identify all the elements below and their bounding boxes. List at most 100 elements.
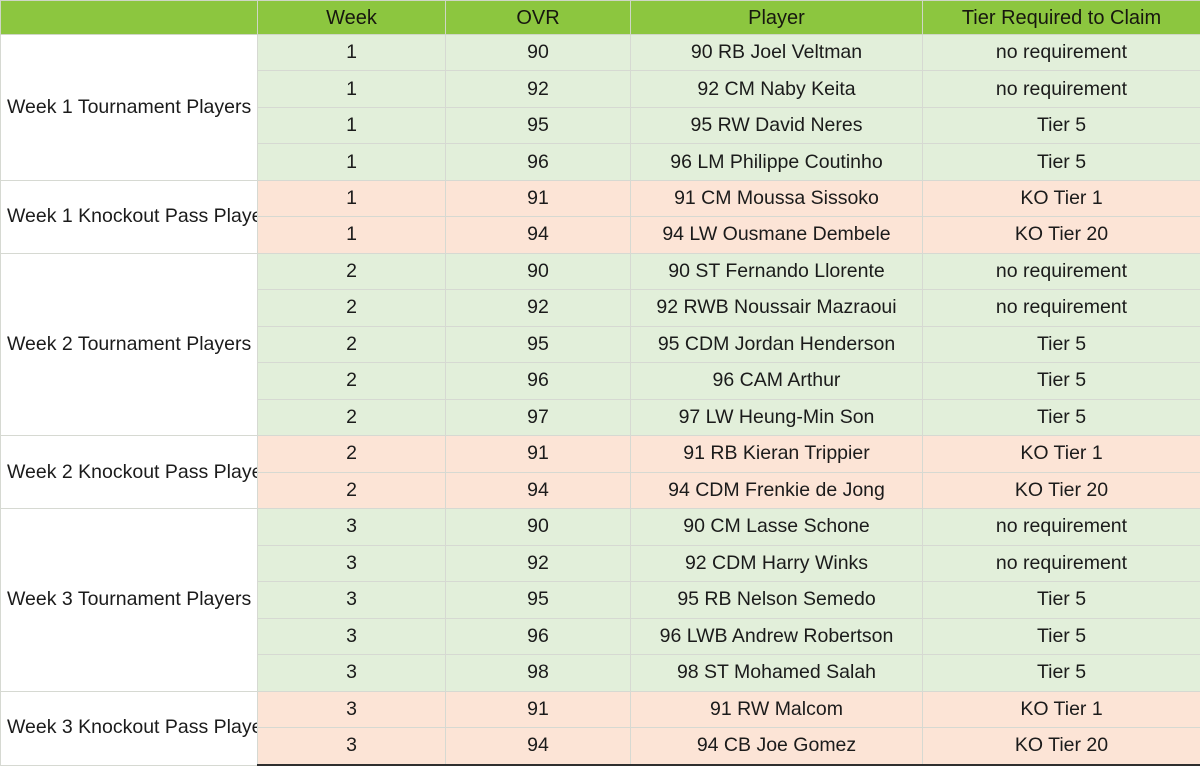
cell-week: 3 xyxy=(257,581,446,619)
cell-tier: Tier 5 xyxy=(922,654,1200,692)
cell-week: 2 xyxy=(257,471,446,510)
cell-ovr: 91 xyxy=(445,179,631,218)
cell-tier: Tier 5 xyxy=(922,106,1200,145)
cell-week: 2 xyxy=(257,252,446,291)
cell-ovr: 95 xyxy=(445,325,631,364)
cell-week: 1 xyxy=(257,216,446,254)
cell-player: 90 RB Joel Veltman xyxy=(630,33,923,72)
cell-player: 96 CAM Arthur xyxy=(630,362,923,400)
cell-week: 3 xyxy=(257,508,446,546)
cell-ovr: 90 xyxy=(445,33,631,72)
cell-tier: Tier 5 xyxy=(922,143,1200,181)
rewards-table: Week OVR Player Tier Required to Claim W… xyxy=(0,0,1200,766)
cell-week: 3 xyxy=(257,690,446,729)
cell-tier: KO Tier 20 xyxy=(922,727,1200,766)
cell-week: 3 xyxy=(257,654,446,692)
cell-tier: KO Tier 1 xyxy=(922,179,1200,218)
cell-player: 91 RB Kieran Trippier xyxy=(630,435,923,473)
cell-tier: no requirement xyxy=(922,508,1200,546)
spreadsheet-table-image: Week OVR Player Tier Required to Claim W… xyxy=(0,0,1200,766)
cell-player: 90 CM Lasse Schone xyxy=(630,508,923,546)
cell-week: 2 xyxy=(257,325,446,364)
cell-player: 94 LW Ousmane Dembele xyxy=(630,216,923,254)
table-row: Week 1 Knockout Pass Players 1 91 91 CM Mou… xyxy=(0,179,1200,254)
cell-tier: Tier 5 xyxy=(922,362,1200,400)
cell-tier: KO Tier 20 xyxy=(922,471,1200,510)
cell-player: 97 LW Heung-Min Son xyxy=(630,398,923,437)
cell-player: 92 CDM Harry Winks xyxy=(630,544,923,583)
group-label-cell: Week 1 Knockout Pass Players xyxy=(0,179,258,254)
cell-player: 94 CB Joe Gomez xyxy=(630,727,923,766)
cell-player: 91 CM Moussa Sissoko xyxy=(630,179,923,218)
cell-week: 2 xyxy=(257,398,446,437)
cell-week: 2 xyxy=(257,289,446,327)
cell-tier: Tier 5 xyxy=(922,617,1200,656)
cell-ovr: 91 xyxy=(445,690,631,729)
cell-week: 2 xyxy=(257,435,446,473)
cell-player: 92 CM Naby Keita xyxy=(630,70,923,108)
cell-week: 3 xyxy=(257,617,446,656)
cell-player: 94 CDM Frenkie de Jong xyxy=(630,471,923,510)
header-player: Player xyxy=(630,0,923,35)
cell-ovr: 96 xyxy=(445,362,631,400)
cell-week: 3 xyxy=(257,727,446,766)
cell-ovr: 95 xyxy=(445,106,631,145)
cell-ovr: 94 xyxy=(445,471,631,510)
cell-player: 96 LWB Andrew Robertson xyxy=(630,617,923,656)
cell-tier: no requirement xyxy=(922,544,1200,583)
cell-ovr: 97 xyxy=(445,398,631,437)
cell-player: 92 RWB Noussair Mazraoui xyxy=(630,289,923,327)
cell-ovr: 94 xyxy=(445,216,631,254)
cell-tier: Tier 5 xyxy=(922,581,1200,619)
group-label-cell: Week 1 Tournament Players xyxy=(0,34,258,181)
cell-player: 91 RW Malcom xyxy=(630,690,923,729)
cell-tier: no requirement xyxy=(922,252,1200,291)
cell-ovr: 98 xyxy=(445,654,631,692)
cell-tier: no requirement xyxy=(922,33,1200,72)
cell-player: 96 LM Philippe Coutinho xyxy=(630,143,923,181)
cell-player: 95 RW David Neres xyxy=(630,106,923,145)
cell-ovr: 90 xyxy=(445,508,631,546)
cell-week: 3 xyxy=(257,544,446,583)
table-row: Week 2 Tournament Players 2 90 90 ST Fernan… xyxy=(0,252,1200,437)
cell-week: 1 xyxy=(257,143,446,181)
table-row: Week 3 Tournament Players 3 90 90 CM Lasse … xyxy=(0,508,1200,692)
cell-week: 2 xyxy=(257,362,446,400)
group-label-cell: Week 2 Knockout Pass Players xyxy=(0,435,258,510)
cell-week: 1 xyxy=(257,179,446,218)
group-label-cell: Week 2 Tournament Players xyxy=(0,252,258,437)
table-row: Week 2 Knockout Pass Players 2 91 91 RB Kie… xyxy=(0,435,1200,510)
cell-tier: no requirement xyxy=(922,70,1200,108)
header-week: Week xyxy=(257,0,446,35)
cell-week: 1 xyxy=(257,70,446,108)
header-ovr: OVR xyxy=(445,0,631,35)
cell-player: 95 RB Nelson Semedo xyxy=(630,581,923,619)
cell-tier: Tier 5 xyxy=(922,325,1200,364)
table-row: Week 3 Knockout Pass Players 3 91 91 RW Mal… xyxy=(0,690,1200,766)
cell-player: 98 ST Mohamed Salah xyxy=(630,654,923,692)
table-row: Week 1 Tournament Players 1 90 90 RB Joel V… xyxy=(0,33,1200,181)
header-corner-cell xyxy=(0,0,258,35)
header-row: Week OVR Player Tier Required to Claim xyxy=(0,0,1200,35)
cell-player: 95 CDM Jordan Henderson xyxy=(630,325,923,364)
group-label-cell: Week 3 Knockout Pass Players xyxy=(0,690,258,766)
cell-ovr: 92 xyxy=(445,70,631,108)
cell-tier: no requirement xyxy=(922,289,1200,327)
cell-ovr: 92 xyxy=(445,289,631,327)
cell-ovr: 96 xyxy=(445,143,631,181)
cell-week: 1 xyxy=(257,106,446,145)
cell-ovr: 90 xyxy=(445,252,631,291)
cell-ovr: 92 xyxy=(445,544,631,583)
cell-tier: KO Tier 1 xyxy=(922,435,1200,473)
cell-tier: KO Tier 20 xyxy=(922,216,1200,254)
cell-tier: KO Tier 1 xyxy=(922,690,1200,729)
cell-tier: Tier 5 xyxy=(922,398,1200,437)
cell-ovr: 96 xyxy=(445,617,631,656)
cell-ovr: 94 xyxy=(445,727,631,766)
header-tier: Tier Required to Claim xyxy=(922,0,1200,35)
table-body: Week 1 Tournament Players 1 90 90 RB Joel V… xyxy=(0,33,1200,766)
table-header: Week OVR Player Tier Required to Claim xyxy=(0,0,1200,35)
cell-ovr: 91 xyxy=(445,435,631,473)
cell-week: 1 xyxy=(257,33,446,72)
cell-ovr: 95 xyxy=(445,581,631,619)
